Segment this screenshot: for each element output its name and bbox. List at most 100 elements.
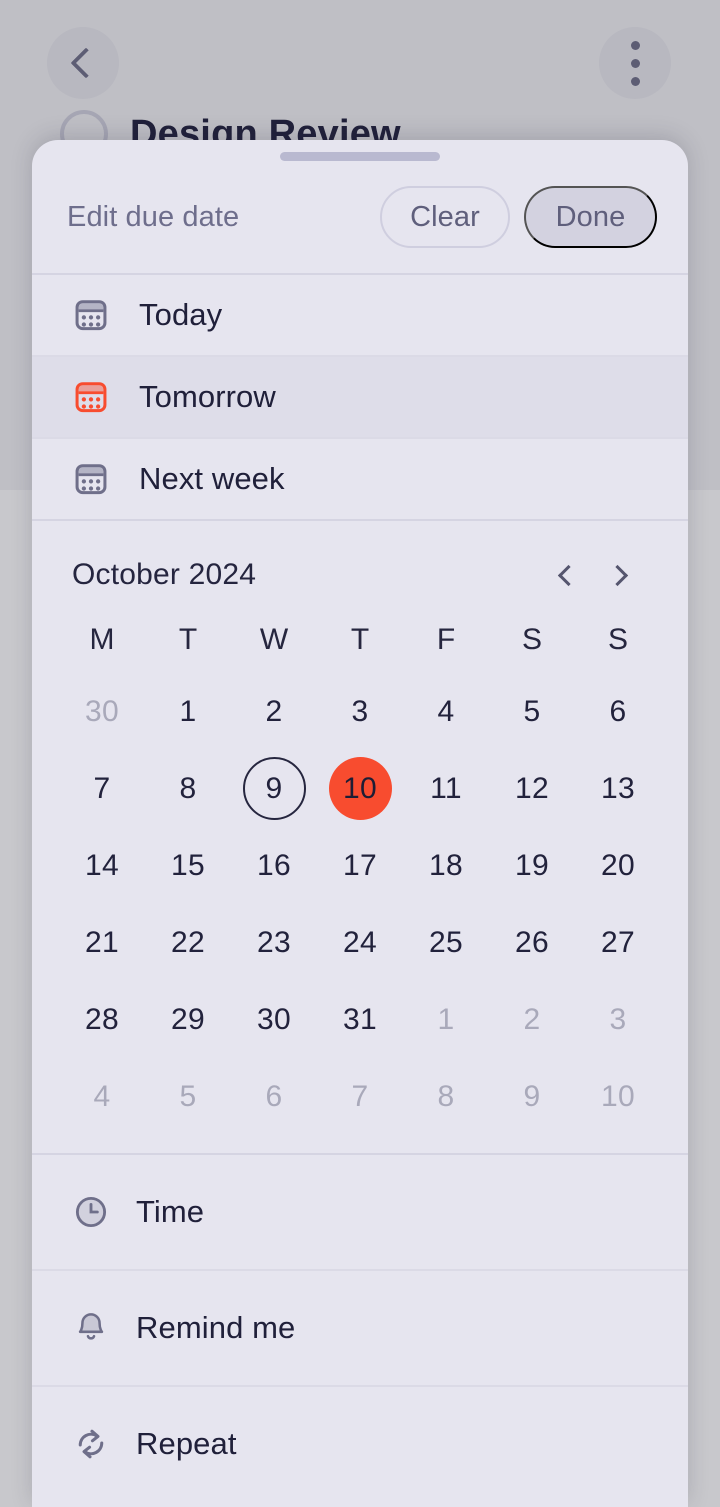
calendar-day-7-adjacent-month[interactable]: 7 — [329, 1065, 392, 1128]
calendar-day-8[interactable]: 8 — [157, 757, 220, 820]
calendar-day-cell[interactable]: 4 — [59, 1058, 145, 1135]
calendar-day-cell[interactable]: 23 — [231, 904, 317, 981]
calendar-day-18[interactable]: 18 — [415, 834, 478, 897]
calendar-day-5-adjacent-month[interactable]: 5 — [157, 1065, 220, 1128]
calendar-day-cell[interactable]: 9 — [231, 750, 317, 827]
overflow-menu-button[interactable] — [599, 27, 671, 99]
calendar-day-9-today[interactable]: 9 — [242, 757, 306, 820]
calendar-day-10-selected[interactable]: 10 — [328, 757, 392, 820]
calendar-day-25[interactable]: 25 — [415, 911, 478, 974]
calendar-day-1[interactable]: 1 — [157, 680, 220, 743]
calendar-day-cell[interactable]: 10 — [317, 750, 403, 827]
calendar-day-cell[interactable]: 9 — [489, 1058, 575, 1135]
calendar-day-29[interactable]: 29 — [157, 988, 220, 1051]
calendar-day-cell[interactable]: 1 — [403, 981, 489, 1058]
calendar-day-cell[interactable]: 8 — [403, 1058, 489, 1135]
calendar-day-19[interactable]: 19 — [501, 834, 564, 897]
calendar-day-1-adjacent-month[interactable]: 1 — [415, 988, 478, 1051]
next-month-button[interactable] — [593, 548, 647, 602]
calendar-day-cell[interactable]: 4 — [403, 673, 489, 750]
quick-date-option-today[interactable]: Today — [32, 275, 688, 355]
calendar-day-cell[interactable]: 3 — [575, 981, 661, 1058]
done-button[interactable]: Done — [524, 186, 657, 248]
calendar-day-cell[interactable]: 27 — [575, 904, 661, 981]
clear-button[interactable]: Clear — [380, 186, 510, 248]
quick-date-option-next-week[interactable]: Next week — [32, 439, 688, 519]
calendar-day-cell[interactable]: 28 — [59, 981, 145, 1058]
calendar-day-2-adjacent-month[interactable]: 2 — [501, 988, 564, 1051]
calendar-day-cell[interactable]: 31 — [317, 981, 403, 1058]
calendar-day-cell[interactable]: 10 — [575, 1058, 661, 1135]
calendar-day-27[interactable]: 27 — [587, 911, 650, 974]
calendar-day-cell[interactable]: 26 — [489, 904, 575, 981]
calendar-day-cell[interactable]: 1 — [145, 673, 231, 750]
calendar-day-cell[interactable]: 6 — [575, 673, 661, 750]
calendar-day-5[interactable]: 5 — [501, 680, 564, 743]
calendar-day-31[interactable]: 31 — [329, 988, 392, 1051]
calendar-day-cell[interactable]: 16 — [231, 827, 317, 904]
calendar-day-8-adjacent-month[interactable]: 8 — [415, 1065, 478, 1128]
calendar-day-21[interactable]: 21 — [71, 911, 134, 974]
calendar-day-4-adjacent-month[interactable]: 4 — [71, 1065, 134, 1128]
calendar-day-30-adjacent-month[interactable]: 30 — [71, 680, 134, 743]
back-button[interactable] — [47, 27, 119, 99]
calendar-day-3[interactable]: 3 — [329, 680, 392, 743]
calendar-day-cell[interactable]: 18 — [403, 827, 489, 904]
calendar-day-cell[interactable]: 17 — [317, 827, 403, 904]
calendar-day-cell[interactable]: 8 — [145, 750, 231, 827]
calendar-day-cell[interactable]: 30 — [59, 673, 145, 750]
calendar-day-cell[interactable]: 2 — [489, 981, 575, 1058]
calendar-day-cell[interactable]: 7 — [317, 1058, 403, 1135]
calendar-day-cell[interactable]: 12 — [489, 750, 575, 827]
calendar-day-10-adjacent-month[interactable]: 10 — [587, 1065, 650, 1128]
calendar-day-cell[interactable]: 5 — [145, 1058, 231, 1135]
calendar-day-28[interactable]: 28 — [71, 988, 134, 1051]
calendar-day-cell[interactable]: 24 — [317, 904, 403, 981]
calendar-day-2[interactable]: 2 — [243, 680, 306, 743]
calendar-day-cell[interactable]: 3 — [317, 673, 403, 750]
calendar-day-15[interactable]: 15 — [157, 834, 220, 897]
calendar-day-13[interactable]: 13 — [587, 757, 650, 820]
calendar-day-cell[interactable]: 30 — [231, 981, 317, 1058]
calendar-day-6-adjacent-month[interactable]: 6 — [243, 1065, 306, 1128]
option-row-time[interactable]: Time — [32, 1155, 688, 1269]
calendar-day-23[interactable]: 23 — [243, 911, 306, 974]
calendar-day-cell[interactable]: 25 — [403, 904, 489, 981]
calendar-day-cell[interactable]: 29 — [145, 981, 231, 1058]
calendar-day-16[interactable]: 16 — [243, 834, 306, 897]
calendar-day-cell[interactable]: 6 — [231, 1058, 317, 1135]
drag-handle[interactable] — [280, 152, 440, 161]
prev-month-button[interactable] — [539, 548, 593, 602]
calendar-day-7[interactable]: 7 — [71, 757, 134, 820]
calendar-day-24[interactable]: 24 — [329, 911, 392, 974]
calendar-day-cell[interactable]: 19 — [489, 827, 575, 904]
calendar-day-9-adjacent-month[interactable]: 9 — [501, 1065, 564, 1128]
option-row-remind-me[interactable]: Remind me — [32, 1271, 688, 1385]
calendar-icon — [72, 296, 110, 334]
quick-date-option-tomorrow[interactable]: Tomorrow — [32, 357, 688, 437]
calendar-day-cell[interactable]: 7 — [59, 750, 145, 827]
calendar-day-22[interactable]: 22 — [157, 911, 220, 974]
calendar-day-cell[interactable]: 13 — [575, 750, 661, 827]
option-row-repeat[interactable]: Repeat — [32, 1387, 688, 1501]
calendar-day-17[interactable]: 17 — [329, 834, 392, 897]
option-row-label: Remind me — [136, 1310, 296, 1345]
calendar-day-30[interactable]: 30 — [243, 988, 306, 1051]
calendar-day-6[interactable]: 6 — [587, 680, 650, 743]
calendar-day-4[interactable]: 4 — [415, 680, 478, 743]
quick-date-options: Today Tomorrow Next week — [32, 275, 688, 519]
calendar-day-cell[interactable]: 22 — [145, 904, 231, 981]
calendar-day-cell[interactable]: 2 — [231, 673, 317, 750]
calendar-day-cell[interactable]: 11 — [403, 750, 489, 827]
calendar-day-cell[interactable]: 20 — [575, 827, 661, 904]
calendar-day-14[interactable]: 14 — [71, 834, 134, 897]
calendar-day-cell[interactable]: 5 — [489, 673, 575, 750]
calendar-day-cell[interactable]: 15 — [145, 827, 231, 904]
calendar-day-12[interactable]: 12 — [501, 757, 564, 820]
calendar-day-26[interactable]: 26 — [501, 911, 564, 974]
calendar-day-11[interactable]: 11 — [415, 757, 478, 820]
calendar-day-cell[interactable]: 21 — [59, 904, 145, 981]
calendar-day-20[interactable]: 20 — [587, 834, 650, 897]
calendar-day-3-adjacent-month[interactable]: 3 — [587, 988, 650, 1051]
calendar-day-cell[interactable]: 14 — [59, 827, 145, 904]
